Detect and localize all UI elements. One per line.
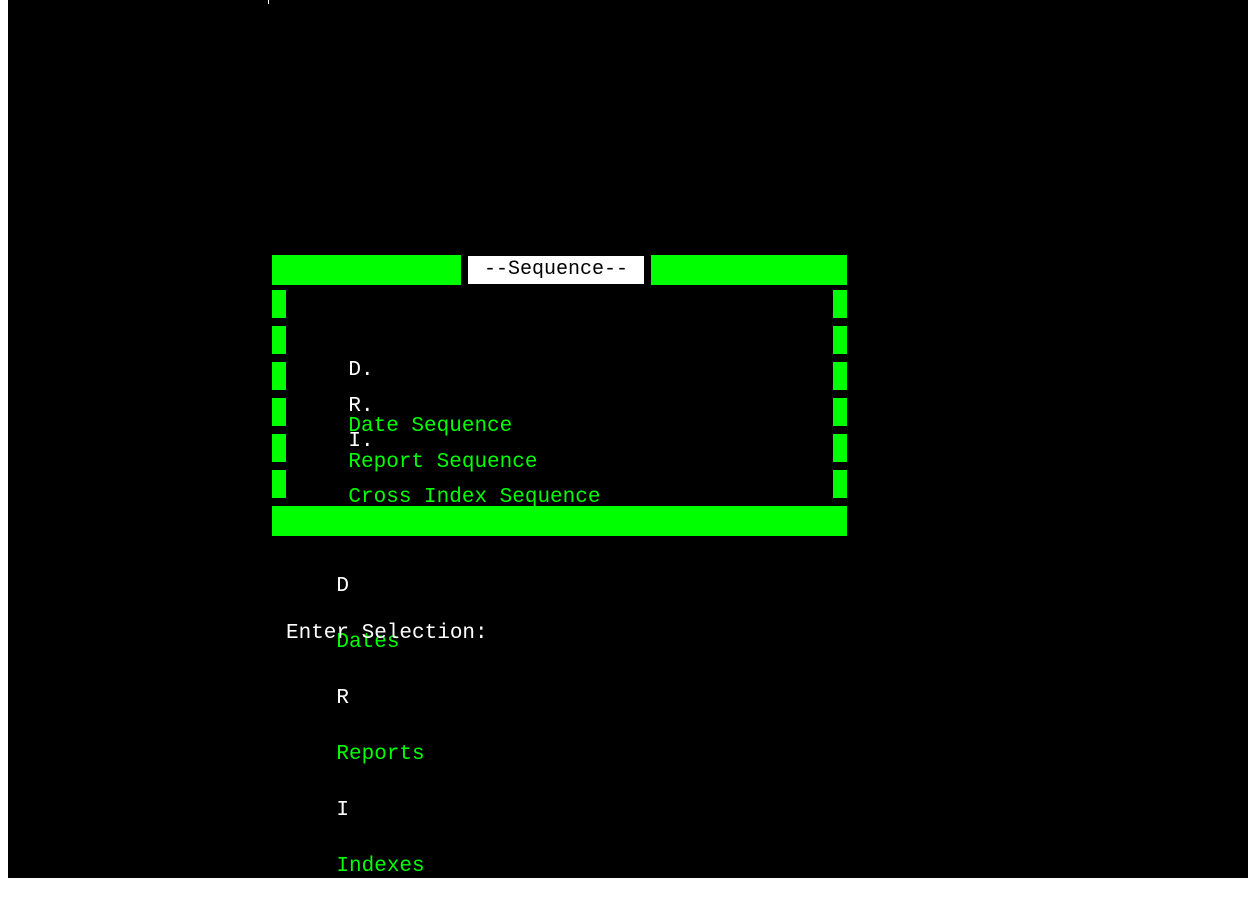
menu-item-label: Cross Index Sequence — [348, 486, 601, 509]
hint-key: I — [336, 799, 350, 822]
terminal-screen: --Sequence-- D. Date Sequence R. Report … — [8, 0, 1248, 878]
hint-label: Reports — [336, 743, 425, 766]
frame-right-segment — [833, 290, 847, 318]
window-title: --Sequence-- — [468, 256, 644, 284]
frame-right-segment — [833, 362, 847, 390]
hint-label: Indexes — [336, 855, 425, 878]
selection-input[interactable] — [518, 620, 558, 648]
frame-left-segment — [272, 290, 286, 318]
menu-item-key: I. — [348, 430, 374, 453]
frame-left-segment — [272, 470, 286, 498]
frame-right-segment — [833, 398, 847, 426]
frame-right-segment — [833, 434, 847, 462]
frame-left-segment — [272, 398, 286, 426]
menu-item-cross-index-sequence[interactable]: I. Cross Index Sequence — [298, 400, 600, 540]
frame-top-left-bar — [272, 255, 461, 285]
frame-top-right-bar — [651, 255, 847, 285]
frame-left-segment — [272, 326, 286, 354]
shortcut-hint-line: D Dates R Reports I Indexes — [286, 545, 425, 909]
frame-left-segment — [272, 362, 286, 390]
cursor-tick — [268, 0, 269, 4]
selection-prompt-label: Enter Selection: — [286, 622, 488, 645]
frame-left-segment — [272, 434, 286, 462]
frame-right-segment — [833, 326, 847, 354]
hint-key: D — [336, 575, 350, 598]
hint-key: R — [336, 687, 350, 710]
frame-right-segment — [833, 470, 847, 498]
